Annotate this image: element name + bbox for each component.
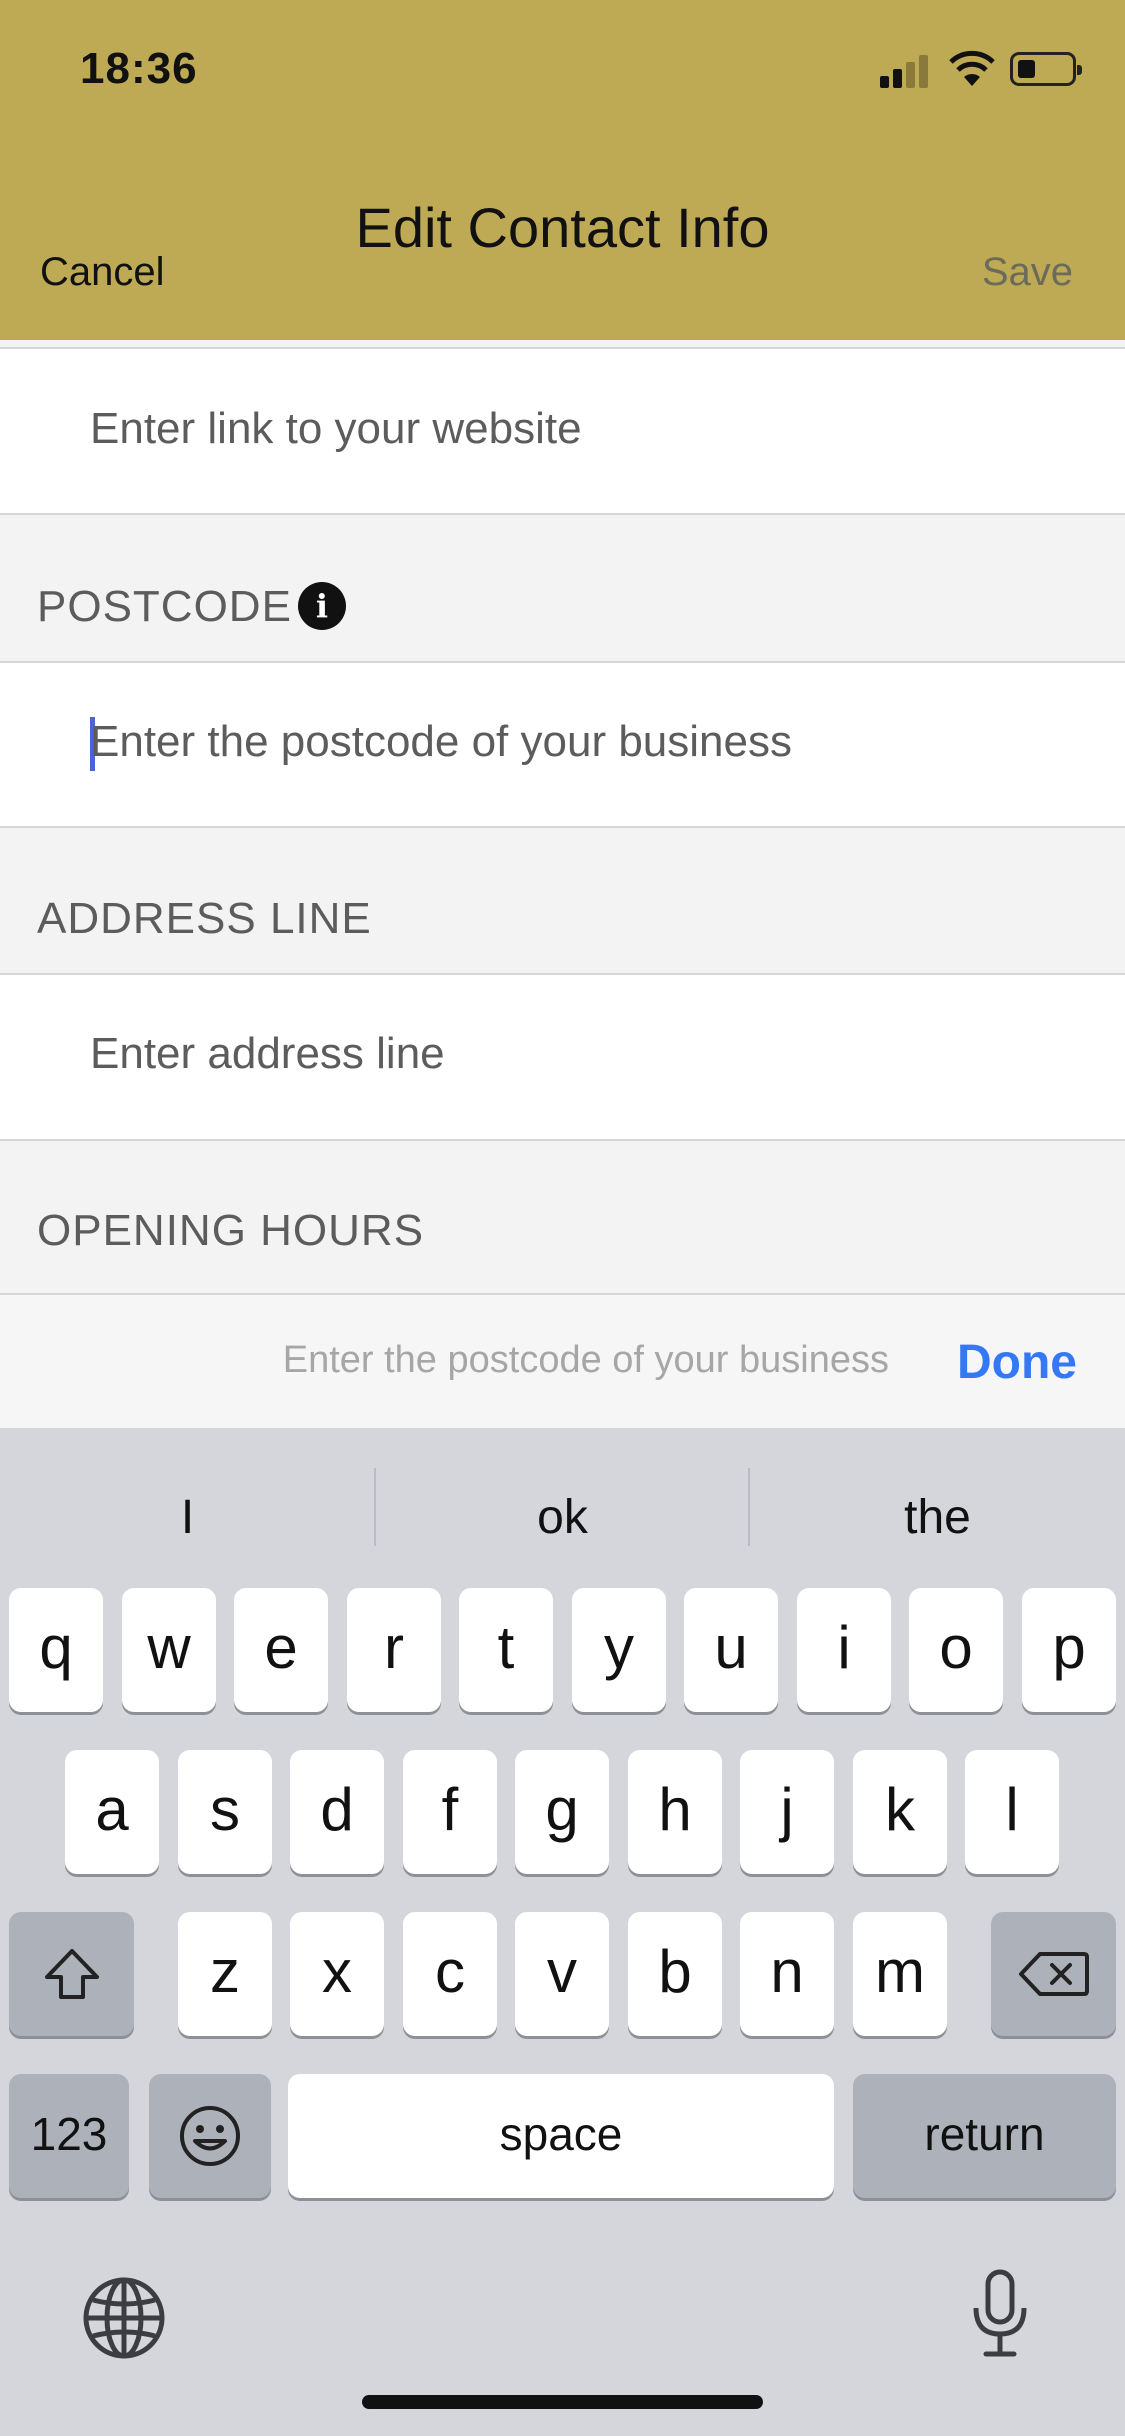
key-b[interactable]: b xyxy=(628,1912,722,2036)
cellular-signal-icon xyxy=(880,52,930,88)
backspace-icon xyxy=(1018,1952,1089,1996)
key-l[interactable]: l xyxy=(965,1750,1059,1874)
key-y[interactable]: y xyxy=(572,1588,666,1712)
key-p[interactable]: p xyxy=(1022,1588,1116,1712)
microphone-icon[interactable] xyxy=(970,2268,1030,2360)
postcode-field[interactable]: Enter the postcode of your business xyxy=(0,661,1125,828)
address-line-label: ADDRESS LINE xyxy=(37,894,372,943)
key-r[interactable]: r xyxy=(347,1588,441,1712)
key-q[interactable]: q xyxy=(9,1588,103,1712)
key-a[interactable]: a xyxy=(65,1750,159,1874)
keyboard-accessory-bar: Enter the postcode of your business Done xyxy=(0,1293,1125,1428)
key-x[interactable]: x xyxy=(290,1912,384,2036)
key-u[interactable]: u xyxy=(684,1588,778,1712)
address-line-placeholder: Enter address line xyxy=(90,1029,445,1078)
keyboard: I ok the q w e r t y u i o p a s d f g h… xyxy=(0,1428,1125,2436)
cancel-button[interactable]: Cancel xyxy=(40,250,165,295)
address-line-field[interactable]: Enter address line xyxy=(0,973,1125,1141)
key-n[interactable]: n xyxy=(740,1912,834,2036)
space-key[interactable]: space xyxy=(288,2074,834,2198)
suggestion-1[interactable]: I xyxy=(0,1478,375,1558)
home-indicator[interactable] xyxy=(362,2395,763,2409)
return-key[interactable]: return xyxy=(853,2074,1116,2198)
numbers-key[interactable]: 123 xyxy=(9,2074,129,2198)
wifi-icon xyxy=(949,50,995,86)
key-d[interactable]: d xyxy=(290,1750,384,1874)
key-o[interactable]: o xyxy=(909,1588,1003,1712)
key-e[interactable]: e xyxy=(234,1588,328,1712)
website-field[interactable]: Enter link to your website xyxy=(0,347,1125,515)
shift-key[interactable] xyxy=(9,1912,134,2036)
key-m[interactable]: m xyxy=(853,1912,947,2036)
nav-header: 18:36 Edit Contact Info Cancel Save xyxy=(0,0,1125,340)
website-placeholder: Enter link to your website xyxy=(90,404,582,453)
key-v[interactable]: v xyxy=(515,1912,609,2036)
emoji-icon xyxy=(180,2106,240,2166)
battery-icon xyxy=(1010,52,1082,86)
key-z[interactable]: z xyxy=(178,1912,272,2036)
status-time: 18:36 xyxy=(80,44,198,93)
page-title: Edit Contact Info xyxy=(355,196,770,259)
key-i[interactable]: i xyxy=(797,1588,891,1712)
suggestion-2[interactable]: ok xyxy=(375,1478,750,1558)
postcode-placeholder: Enter the postcode of your business xyxy=(90,717,792,766)
backspace-key[interactable] xyxy=(991,1912,1116,2036)
key-g[interactable]: g xyxy=(515,1750,609,1874)
emoji-key[interactable] xyxy=(149,2074,271,2198)
shift-icon xyxy=(44,1949,99,1999)
key-f[interactable]: f xyxy=(403,1750,497,1874)
key-c[interactable]: c xyxy=(403,1912,497,2036)
suggestion-3[interactable]: the xyxy=(750,1478,1125,1558)
key-h[interactable]: h xyxy=(628,1750,722,1874)
done-button[interactable]: Done xyxy=(957,1335,1077,1390)
save-button[interactable]: Save xyxy=(982,250,1073,295)
key-k[interactable]: k xyxy=(853,1750,947,1874)
key-w[interactable]: w xyxy=(122,1588,216,1712)
postcode-label: POSTCODE xyxy=(37,582,292,631)
info-icon[interactable]: i xyxy=(298,582,346,630)
globe-icon[interactable] xyxy=(82,2276,166,2360)
opening-hours-label: OPENING HOURS xyxy=(37,1206,425,1255)
accessory-hint: Enter the postcode of your business xyxy=(282,1339,889,1381)
key-j[interactable]: j xyxy=(740,1750,834,1874)
key-t[interactable]: t xyxy=(459,1588,553,1712)
key-s[interactable]: s xyxy=(178,1750,272,1874)
